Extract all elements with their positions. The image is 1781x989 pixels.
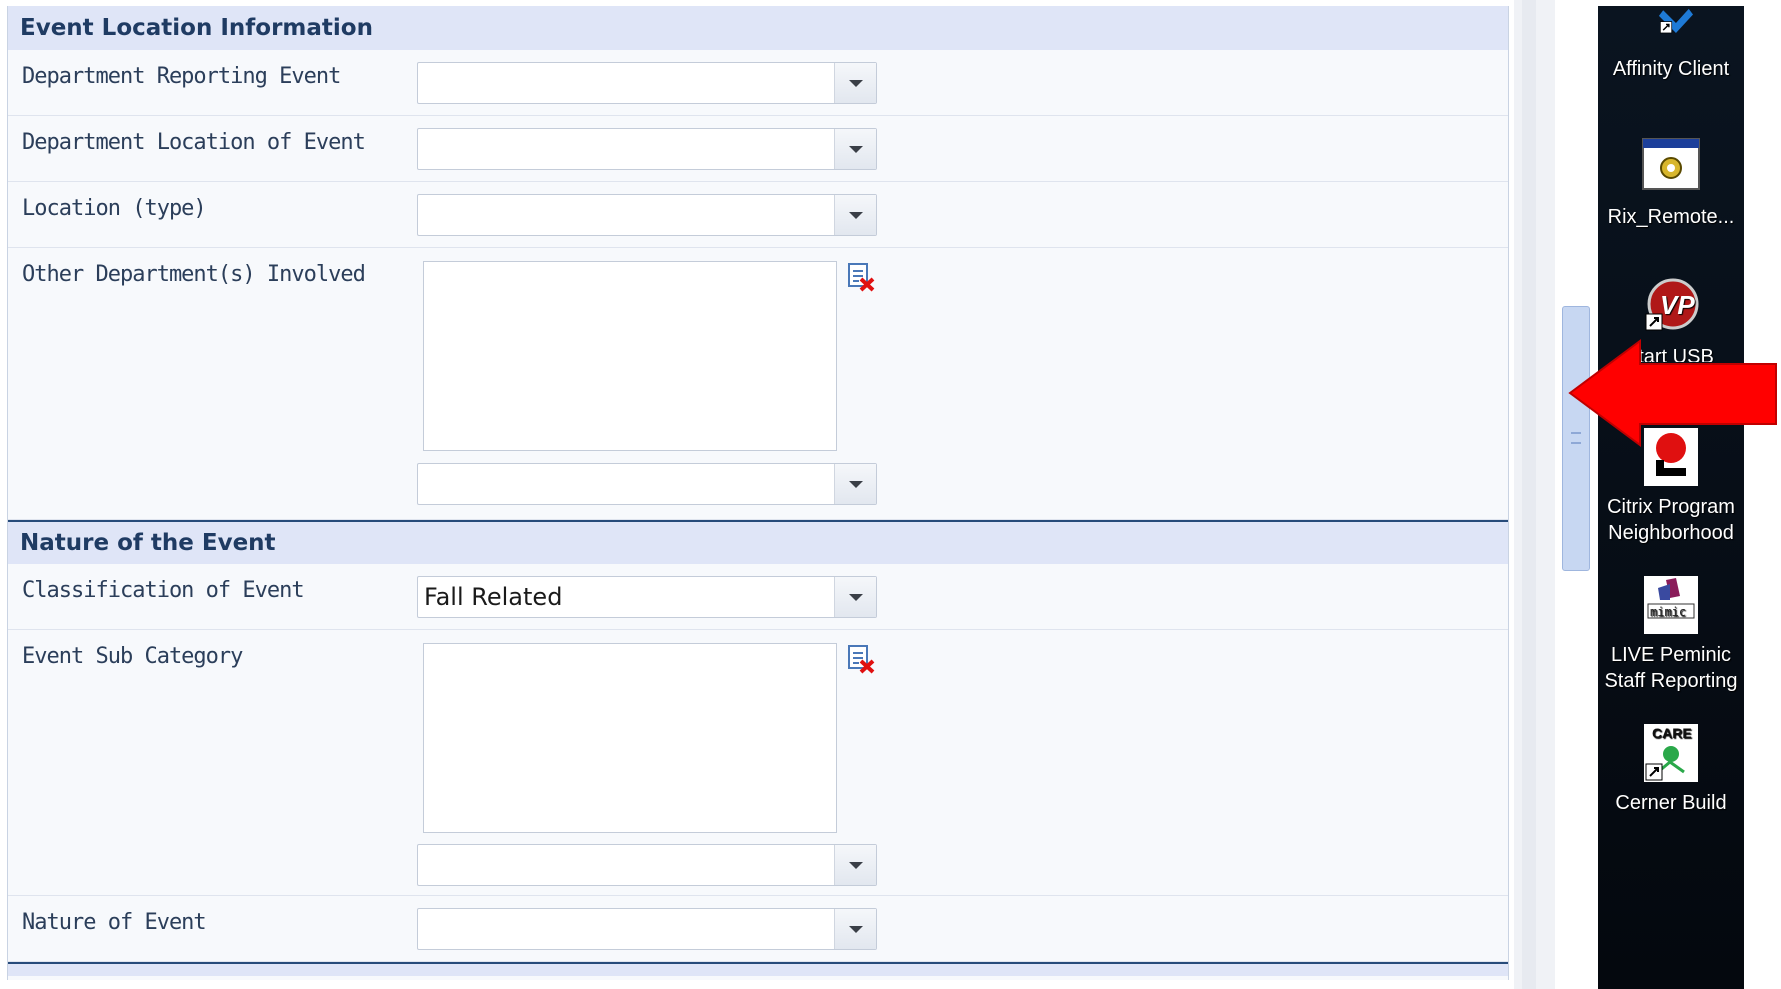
desktop-icon-label: Rix_Remote... [1607,206,1735,228]
other-departments-listbox[interactable] [423,261,837,451]
desktop-icon-label: Staff Reporting [1604,670,1738,692]
section-nature-of-event: Nature of the Event Classification of Ev… [7,520,1509,980]
row-nature-of-event: Nature of Event [8,896,1508,962]
chevron-down-icon[interactable] [834,577,876,617]
clear-list-icon[interactable] [846,262,876,292]
svg-text:VP: VP [1660,290,1695,320]
department-reporting-event-dropdown[interactable] [417,62,877,104]
field-label: Other Department(s) Involved [22,262,366,287]
field-label: Nature of Event [22,910,207,935]
chevron-down-icon[interactable] [834,129,876,169]
vertical-scrollbar-track[interactable] [1514,0,1555,989]
event-sub-category-add-dropdown[interactable] [417,844,877,886]
row-other-departments-involved: Other Department(s) Involved [8,248,1508,520]
care-connect-icon: CARE [1644,724,1698,782]
desktop-icon-cerner-build[interactable]: CARE Cerner Build [1598,722,1744,816]
peminic-logo-icon: mimic [1644,576,1698,634]
chevron-down-icon[interactable] [834,195,876,235]
start-usb-icon: VP [1645,278,1699,331]
field-label: Event Sub Category [22,644,243,669]
field-label: Classification of Event [22,578,305,603]
svg-text:mimic: mimic [1650,605,1686,619]
desktop-icon-label: Cerner Build [1615,792,1727,814]
desktop-icon-affinity-client[interactable]: Affinity Client [1598,6,1744,82]
desktop-background: Affinity Client Rix_Remote... VP start U… [1598,6,1744,989]
section-header-next [8,962,1508,976]
desktop-icon-label: Citrix Program [1607,496,1735,518]
incident-form: Event Location Information Department Re… [0,0,1514,989]
section-event-location: Event Location Information Department Re… [7,6,1509,520]
field-label: Department Reporting Event [22,64,341,89]
desktop-icon-live-peminic[interactable]: mimic LIVE Peminic Staff Reporting [1598,574,1744,694]
department-location-dropdown[interactable] [417,128,877,170]
chevron-down-icon[interactable] [834,464,876,504]
chevron-down-icon[interactable] [834,909,876,949]
desktop-icon-label: LIVE Peminic [1610,644,1732,666]
location-type-dropdown[interactable] [417,194,877,236]
dropdown-value: Fall Related [424,583,563,611]
svg-text:CARE: CARE [1652,725,1692,741]
section-header-location: Event Location Information [8,6,1508,50]
field-label: Location (type) [22,196,207,221]
chevron-down-icon[interactable] [834,63,876,103]
row-department-location-of-event: Department Location of Event [8,116,1508,182]
red-arrow-annotation [1568,339,1777,447]
row-department-reporting-event: Department Reporting Event [8,50,1508,116]
screen-margin [1744,0,1781,989]
row-event-sub-category: Event Sub Category [8,630,1508,896]
application-window-gear-icon [1642,138,1700,190]
desktop-icon-label: Affinity Client [1612,58,1730,80]
row-location-type: Location (type) [8,182,1508,248]
section-header-nature: Nature of the Event [8,520,1508,564]
section-title: Event Location Information [20,15,373,41]
classification-dropdown[interactable]: Fall Related [417,576,877,618]
section-title: Nature of the Event [20,530,276,556]
row-classification-of-event: Classification of Event Fall Related [8,564,1508,630]
field-label: Department Location of Event [22,130,366,155]
clear-list-icon[interactable] [846,644,876,674]
affinity-client-icon [1658,8,1693,34]
event-sub-category-listbox[interactable] [423,643,837,833]
desktop-icon-label: Neighborhood [1608,522,1734,544]
other-departments-add-dropdown[interactable] [417,463,877,505]
chevron-down-icon[interactable] [834,845,876,885]
desktop-icon-rix-remote[interactable]: Rix_Remote... [1598,136,1744,230]
nature-of-event-dropdown[interactable] [417,908,877,950]
